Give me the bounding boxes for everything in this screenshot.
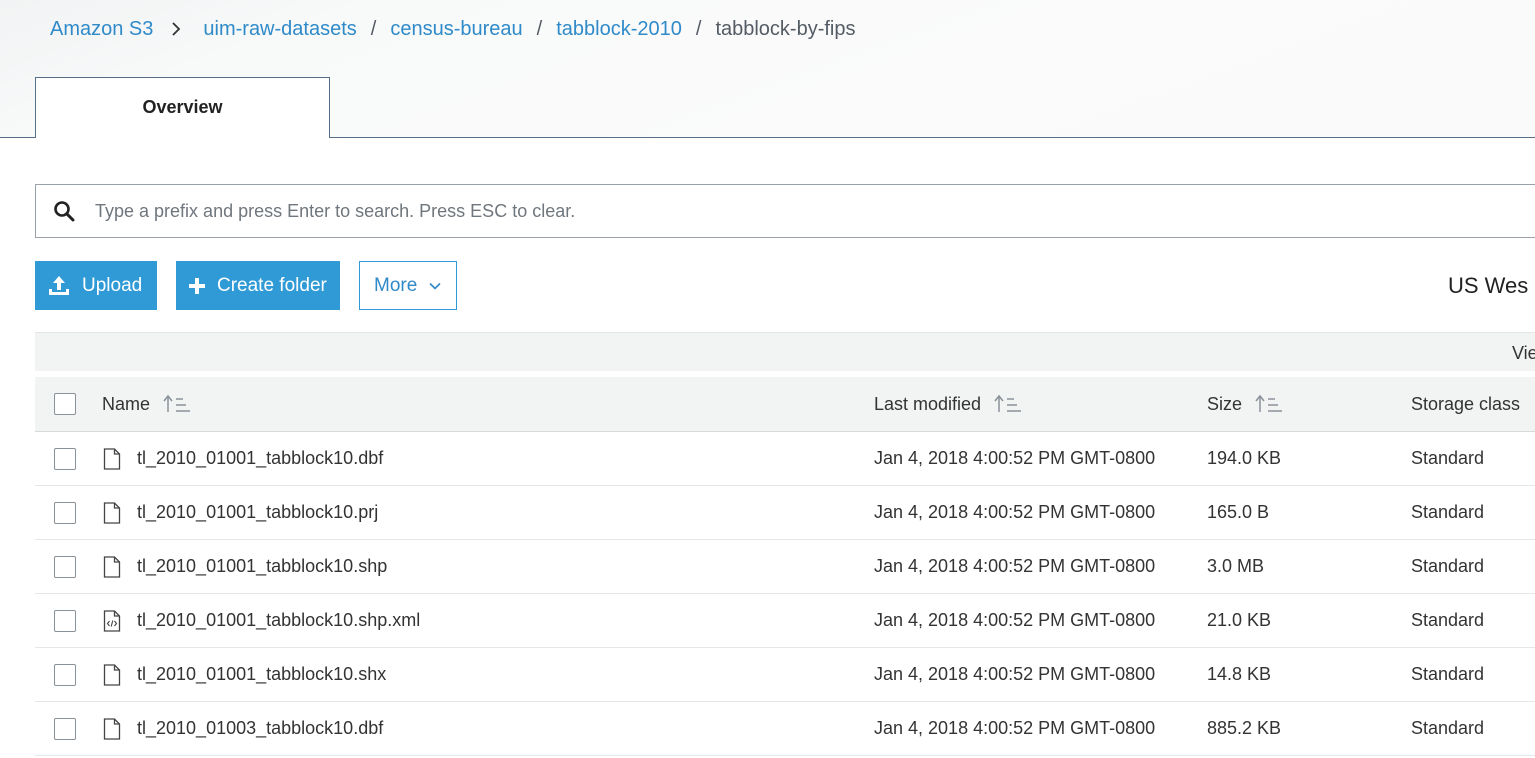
- size-cell: 14.8 KB: [1207, 664, 1272, 684]
- file-name-link[interactable]: tl_2010_01001_tabblock10.shx: [137, 664, 386, 685]
- breadcrumb-current: tabblock-by-fips: [715, 17, 856, 40]
- breadcrumb-separator: /: [536, 17, 543, 40]
- file-icon: [102, 501, 122, 524]
- row-checkbox[interactable]: [54, 609, 76, 632]
- plus-icon: [188, 277, 206, 295]
- last-modified-cell: Jan 4, 2018 4:00:52 PM GMT-0800: [874, 610, 1156, 630]
- file-name-link[interactable]: tl_2010_01001_tabblock10.prj: [137, 502, 378, 523]
- create-folder-button[interactable]: Create folder: [176, 261, 340, 310]
- search-input[interactable]: [93, 199, 1297, 223]
- table-header: Name Last modified Size Storage class: [35, 377, 1535, 432]
- column-header-name[interactable]: Name: [102, 377, 191, 431]
- breadcrumb-separator: /: [370, 17, 377, 40]
- file-icon: [102, 663, 122, 686]
- chevron-down-icon: [429, 282, 441, 290]
- column-header-size[interactable]: Size: [1207, 377, 1283, 431]
- last-modified-cell: Jan 4, 2018 4:00:52 PM GMT-0800: [874, 556, 1156, 576]
- row-checkbox[interactable]: [54, 717, 76, 740]
- code-file-icon: [102, 609, 122, 632]
- tab-overview[interactable]: Overview: [35, 77, 330, 138]
- last-modified-cell: Jan 4, 2018 4:00:52 PM GMT-0800: [874, 502, 1156, 522]
- storage-class-cell: Standard: [1411, 502, 1485, 522]
- last-modified-cell: Jan 4, 2018 4:00:52 PM GMT-0800: [874, 448, 1156, 468]
- table-row: tl_2010_01003_tabblock10.dbf Jan 4, 2018…: [35, 702, 1535, 756]
- table-row: tl_2010_01001_tabblock10.dbf Jan 4, 2018…: [35, 432, 1535, 486]
- file-icon: [102, 447, 122, 470]
- view-toggle[interactable]: Vie: [1512, 343, 1535, 364]
- chevron-right-icon: [171, 22, 181, 36]
- more-button-label: More: [374, 274, 418, 296]
- upload-button[interactable]: Upload: [35, 261, 157, 310]
- storage-class-cell: Standard: [1411, 664, 1485, 684]
- objects-table: Name Last modified Size Storage class tl…: [35, 377, 1535, 756]
- table-row: tl_2010_01001_tabblock10.prj Jan 4, 2018…: [35, 486, 1535, 540]
- breadcrumb-root-link[interactable]: Amazon S3: [50, 18, 153, 41]
- storage-class-cell: Standard: [1411, 448, 1485, 468]
- search-box: [35, 184, 1535, 238]
- storage-class-cell: Standard: [1411, 556, 1485, 576]
- size-cell: 21.0 KB: [1207, 610, 1272, 630]
- size-cell: 165.0 B: [1207, 502, 1270, 522]
- breadcrumb: Amazon S3 uim-raw-datasets / census-bure…: [50, 17, 856, 41]
- column-header-storage-class[interactable]: Storage class: [1411, 377, 1520, 431]
- table-row: tl_2010_01001_tabblock10.shp.xml Jan 4, …: [35, 594, 1535, 648]
- more-dropdown-button[interactable]: More: [359, 261, 457, 310]
- breadcrumb-link-bucket[interactable]: uim-raw-datasets: [203, 18, 356, 41]
- size-cell: 885.2 KB: [1207, 718, 1282, 738]
- sort-icon[interactable]: [163, 394, 191, 414]
- upload-icon: [47, 275, 71, 297]
- breadcrumb-link-census-bureau[interactable]: census-bureau: [390, 18, 522, 41]
- last-modified-cell: Jan 4, 2018 4:00:52 PM GMT-0800: [874, 718, 1156, 738]
- file-name-link[interactable]: tl_2010_01001_tabblock10.shp: [137, 556, 387, 577]
- table-row: tl_2010_01001_tabblock10.shx Jan 4, 2018…: [35, 648, 1535, 702]
- sort-icon[interactable]: [994, 394, 1022, 414]
- sort-icon[interactable]: [1255, 394, 1283, 414]
- search-icon: [53, 200, 75, 222]
- select-all-checkbox[interactable]: [54, 393, 76, 415]
- storage-class-cell: Standard: [1411, 610, 1485, 630]
- file-name-link[interactable]: tl_2010_01001_tabblock10.dbf: [137, 448, 383, 469]
- file-name-link[interactable]: tl_2010_01003_tabblock10.dbf: [137, 718, 383, 739]
- view-bar: Vie: [35, 332, 1535, 371]
- tab-overview-label: Overview: [142, 97, 223, 117]
- storage-class-cell: Standard: [1411, 718, 1485, 738]
- row-checkbox[interactable]: [54, 447, 76, 470]
- table-row: tl_2010_01001_tabblock10.shp Jan 4, 2018…: [35, 540, 1535, 594]
- upload-button-label: Upload: [82, 274, 143, 296]
- row-checkbox[interactable]: [54, 663, 76, 686]
- row-checkbox[interactable]: [54, 501, 76, 524]
- last-modified-cell: Jan 4, 2018 4:00:52 PM GMT-0800: [874, 664, 1156, 684]
- file-name-link[interactable]: tl_2010_01001_tabblock10.shp.xml: [137, 610, 420, 631]
- file-icon: [102, 717, 122, 740]
- size-cell: 3.0 MB: [1207, 556, 1265, 576]
- column-header-last-modified[interactable]: Last modified: [874, 377, 1022, 431]
- file-icon: [102, 555, 122, 578]
- create-folder-button-label: Create folder: [217, 274, 327, 296]
- region-label: US Wes: [1448, 273, 1529, 298]
- breadcrumb-link-tabblock-2010[interactable]: tabblock-2010: [556, 18, 682, 41]
- breadcrumb-separator: /: [695, 17, 702, 40]
- row-checkbox[interactable]: [54, 555, 76, 578]
- size-cell: 194.0 KB: [1207, 448, 1282, 468]
